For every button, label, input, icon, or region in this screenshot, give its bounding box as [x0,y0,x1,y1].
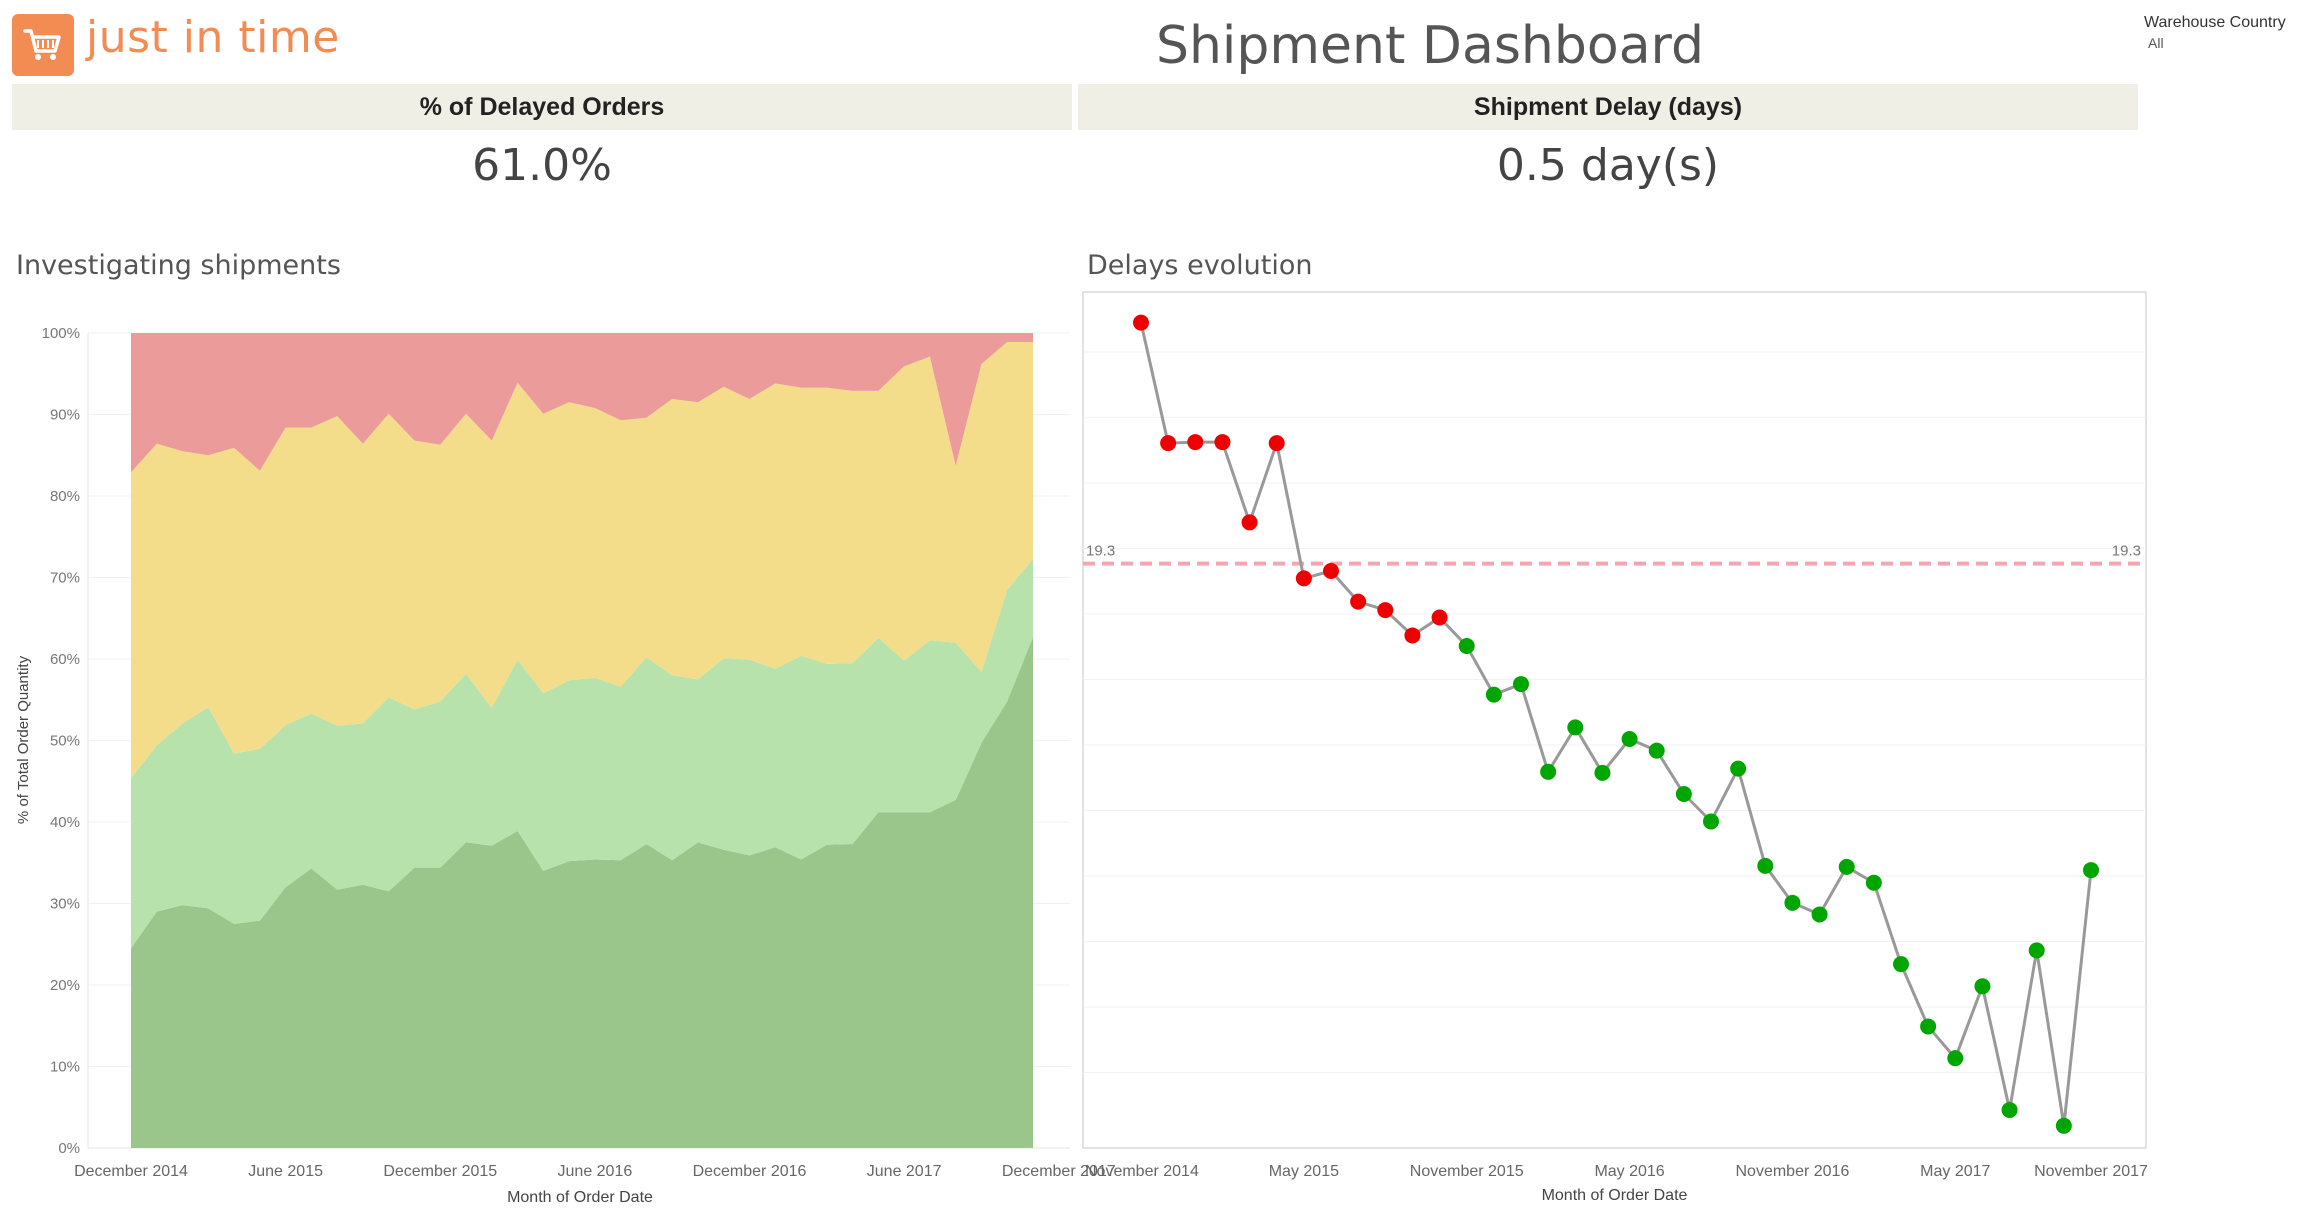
area-y-tick-label: 90% [50,407,80,424]
area-y-tick-label: 0% [58,1140,80,1157]
line-x-tick-label: May 2017 [1920,1163,1990,1180]
delay-point [1295,570,1312,587]
line-x-tick-label: May 2016 [1594,1163,1664,1180]
delay-point [1893,956,1909,973]
delay-point [1241,514,1258,531]
line-x-tick-label: November 2016 [1736,1163,1850,1180]
delay-point [1567,719,1584,736]
line-x-tick-label: November 2014 [1085,1163,1199,1180]
delay-point [1513,676,1529,693]
delay-point [1784,894,1801,911]
area-x-tick-label: June 2017 [867,1163,942,1180]
delay-point [1323,562,1339,579]
delay-point [1594,764,1611,781]
area-y-tick-label: 20% [50,977,80,994]
area-x-tick-label: June 2016 [558,1163,633,1180]
area-x-tick-label: December 2016 [693,1163,807,1180]
delay-point [1675,785,1692,802]
area-y-tick-label: 30% [50,896,80,913]
delay-point [1947,1050,1964,1067]
reference-label-right: 19.3 [2112,543,2141,560]
line-x-tick-label: November 2017 [2034,1163,2148,1180]
area-y-tick-label: 60% [50,651,80,668]
delay-point [1133,314,1149,331]
delay-point [2055,1117,2072,1134]
delay-point [1377,602,1394,619]
delay-point [1974,978,1991,995]
area-y-tick-label: 40% [50,814,80,831]
delay-point [1811,906,1828,923]
delay-point [2001,1101,2018,1118]
delay-point [1187,434,1204,451]
delay-point [1865,874,1882,891]
delay-point [1621,731,1638,748]
area-y-tick-label: 70% [50,570,80,587]
delay-point [1648,742,1665,759]
area-y-tick-label: 50% [50,733,80,750]
area-y-tick-label: 80% [50,488,80,505]
line-x-axis-title: Month of Order Date [1542,1187,1688,1204]
delay-point [1757,857,1774,874]
area-x-tick-label: December 2014 [74,1163,188,1180]
area-x-tick-label: June 2015 [248,1163,323,1180]
line-x-tick-label: May 2015 [1269,1163,1339,1180]
delay-point [1730,760,1747,777]
line-chart-frame [1082,291,2147,1149]
delay-point [1703,813,1719,830]
area-y-tick-label: 10% [50,1059,80,1076]
area-y-axis-title: % of Total Order Quantity [15,655,32,824]
delay-point [1458,638,1475,655]
delay-point [2028,942,2045,959]
area-y-tick-label: 100% [42,325,80,342]
area-x-axis-title: Month of Order Date [507,1189,653,1206]
line-x-tick-label: November 2015 [1410,1163,1524,1180]
delay-point [1350,593,1367,610]
delay-point [2083,862,2099,879]
delay-point [1540,763,1557,780]
delay-point [1838,858,1855,875]
delay-point [1485,686,1502,703]
delay-point [1160,435,1177,452]
delay-point [1214,434,1231,451]
delay-point [1268,435,1285,452]
delay-point [1920,1018,1937,1035]
delay-point [1431,609,1448,626]
delay-point [1404,627,1421,644]
charts-canvas: 100% 90% 80% 70% 60% 50% 40% 30% 20% 10% 0% Decembe… [15,291,2148,1206]
reference-label-left: 19.3 [1086,543,1115,560]
area-x-tick-label: December 2015 [383,1163,497,1180]
